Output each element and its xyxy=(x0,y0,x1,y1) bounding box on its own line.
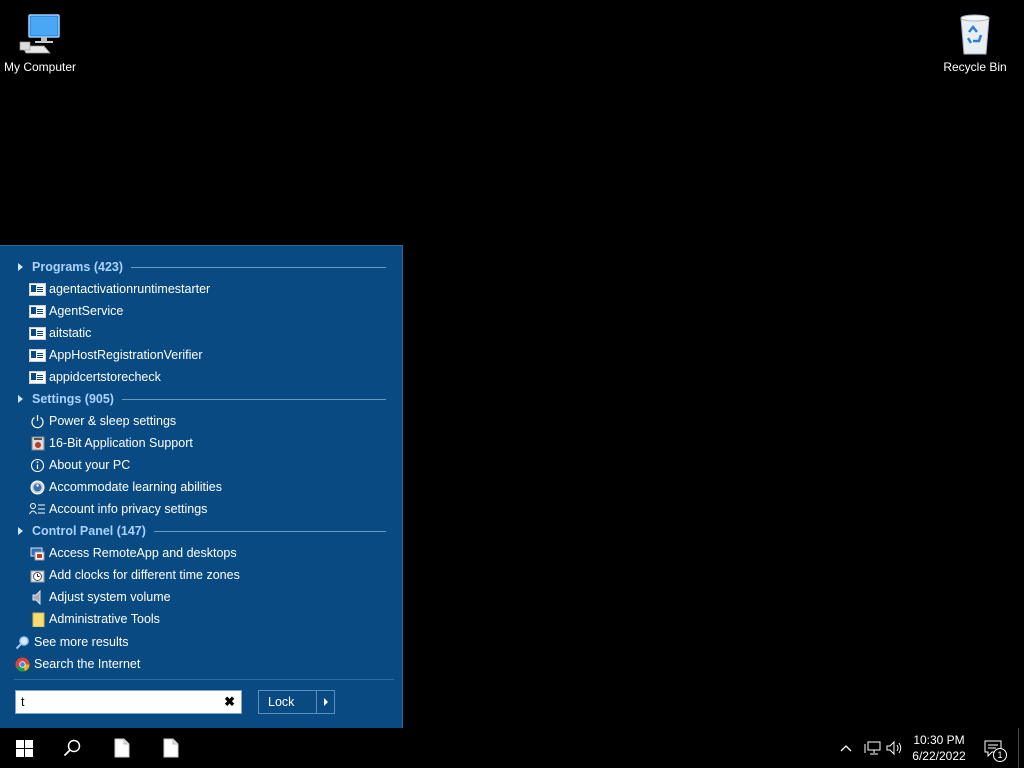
lock-options-arrow-icon[interactable] xyxy=(316,691,334,713)
notification-count-badge: 1 xyxy=(993,748,1007,762)
result-item[interactable]: About your PC xyxy=(29,455,130,475)
section-header-programs[interactable]: Programs (423) xyxy=(16,257,386,277)
divider xyxy=(121,398,386,400)
start-button[interactable] xyxy=(0,728,48,768)
clear-search-icon[interactable]: ✖ xyxy=(224,694,235,710)
see-more-results-link[interactable]: See more results xyxy=(14,632,128,652)
start-menu: Programs (423) agentactivationruntimesta… xyxy=(0,245,403,728)
recycle-bin-icon xyxy=(932,8,1018,56)
lock-button[interactable]: Lock xyxy=(258,690,335,714)
divider xyxy=(14,679,394,680)
result-item[interactable]: agentactivationruntimestarter xyxy=(29,279,210,299)
taskbar-file-button[interactable] xyxy=(147,728,195,768)
clock[interactable]: 10:30 PM 6/22/2022 xyxy=(905,732,973,764)
app-icon xyxy=(29,347,46,363)
desktop-icon-recycle-bin[interactable]: Recycle Bin xyxy=(932,8,1018,74)
app-icon xyxy=(29,281,46,297)
accessibility-icon xyxy=(29,479,46,495)
result-item[interactable]: AgentService xyxy=(29,301,123,321)
network-button[interactable] xyxy=(862,738,882,758)
volume-button[interactable] xyxy=(885,738,905,758)
folder-icon xyxy=(29,611,46,627)
clock-icon xyxy=(29,567,46,583)
result-item[interactable]: Adjust system volume xyxy=(29,587,171,607)
show-desktop-button[interactable] xyxy=(1018,728,1024,768)
section-header-settings[interactable]: Settings (905) xyxy=(16,389,386,409)
computer-icon xyxy=(0,8,83,56)
network-icon xyxy=(864,741,880,755)
taskbar-file-button[interactable] xyxy=(98,728,146,768)
desktop-icon-my-computer[interactable]: My Computer xyxy=(0,8,83,74)
desktop-icon-label: My Computer xyxy=(3,60,77,74)
result-item[interactable]: appidcertstorecheck xyxy=(29,367,161,387)
show-hidden-icons-button[interactable] xyxy=(838,738,854,758)
result-item[interactable]: Access RemoteApp and desktops xyxy=(29,543,237,563)
section-header-control-panel[interactable]: Control Panel (147) xyxy=(16,521,386,541)
taskbar: 10:30 PM 6/22/2022 1 xyxy=(0,728,1024,768)
search-icon xyxy=(14,634,31,650)
remoteapp-icon xyxy=(29,545,46,561)
chevron-up-icon xyxy=(840,745,852,752)
result-item[interactable]: Administrative Tools xyxy=(29,609,160,629)
file-icon xyxy=(114,738,130,758)
result-item[interactable]: aitstatic xyxy=(29,323,91,343)
result-item[interactable]: Power & sleep settings xyxy=(29,411,176,431)
app-icon xyxy=(29,325,46,341)
chrome-icon xyxy=(14,656,31,672)
search-input[interactable]: t ✖ xyxy=(15,690,242,714)
account-privacy-icon xyxy=(29,501,46,517)
divider xyxy=(131,266,386,268)
speaker-icon xyxy=(886,741,902,755)
clock-date: 6/22/2022 xyxy=(912,749,966,763)
power-icon xyxy=(29,413,46,429)
speaker-icon xyxy=(29,589,46,605)
result-item[interactable]: AppHostRegistrationVerifier xyxy=(29,345,203,365)
result-item[interactable]: Add clocks for different time zones xyxy=(29,565,240,585)
legacy-app-icon xyxy=(29,435,46,451)
result-item[interactable]: 16-Bit Application Support xyxy=(29,433,193,453)
desktop-icon-label: Recycle Bin xyxy=(943,60,1007,74)
expand-arrow-icon xyxy=(18,395,23,403)
app-icon xyxy=(29,369,46,385)
app-icon xyxy=(29,303,46,319)
search-button[interactable] xyxy=(48,728,96,768)
expand-arrow-icon xyxy=(18,527,23,535)
info-icon xyxy=(29,457,46,473)
windows-logo-icon xyxy=(15,739,33,757)
notification-center-button[interactable]: 1 xyxy=(982,738,1007,762)
result-item[interactable]: Accommodate learning abilities xyxy=(29,477,222,497)
result-item[interactable]: Account info privacy settings xyxy=(29,499,207,519)
search-icon xyxy=(63,739,81,757)
expand-arrow-icon xyxy=(18,263,23,271)
clock-time: 10:30 PM xyxy=(913,733,965,747)
divider xyxy=(153,530,386,532)
file-icon xyxy=(163,738,179,758)
search-internet-link[interactable]: Search the Internet xyxy=(14,654,140,674)
